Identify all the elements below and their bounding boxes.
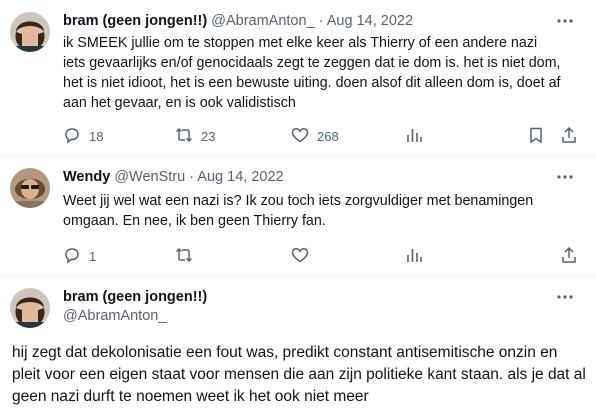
- more-icon[interactable]: [556, 12, 574, 30]
- views-button[interactable]: [405, 126, 423, 146]
- tweet-actions: 1: [63, 246, 583, 266]
- heart-icon: [291, 126, 309, 147]
- user-handle[interactable]: @WenStru: [114, 169, 185, 185]
- avatar[interactable]: [10, 288, 50, 328]
- reply-icon: [63, 246, 81, 267]
- heart-icon: [291, 246, 309, 267]
- separator: ·: [318, 13, 324, 29]
- tweet-header: bram (geen jongen!!) @AbramAnton_: [63, 288, 207, 326]
- display-name[interactable]: Wendy: [63, 169, 110, 185]
- more-icon[interactable]: [556, 288, 574, 306]
- views-button[interactable]: [405, 246, 423, 266]
- display-name[interactable]: bram (geen jongen!!): [63, 13, 207, 29]
- tweet-text: hij zegt dat dekolonisatie een fout was,…: [12, 344, 586, 405]
- tweet[interactable]: Wendy @WenStru · Aug 14, 2022 Weet jij w…: [0, 156, 596, 276]
- tweet-date[interactable]: Aug 14, 2022: [327, 13, 413, 29]
- like-button[interactable]: [291, 246, 309, 266]
- like-count: 268: [317, 128, 339, 144]
- display-name[interactable]: bram (geen jongen!!): [63, 288, 207, 307]
- reply-button[interactable]: 18: [63, 126, 103, 146]
- avatar[interactable]: [10, 168, 50, 208]
- reply-button[interactable]: 1: [63, 246, 96, 266]
- tweet[interactable]: bram (geen jongen!!) @AbramAnton_ · Aug …: [0, 0, 596, 156]
- reply-count: 18: [89, 128, 104, 144]
- retweet-icon: [175, 126, 193, 147]
- share-button[interactable]: [560, 246, 578, 266]
- user-handle[interactable]: @AbramAnton_: [63, 307, 207, 326]
- share-icon: [560, 126, 578, 147]
- bookmark-icon: [527, 126, 545, 147]
- reply-icon: [63, 126, 81, 147]
- retweet-button[interactable]: 23: [175, 126, 215, 146]
- views-icon: [405, 246, 423, 267]
- like-button[interactable]: 268: [291, 126, 339, 146]
- retweet-icon: [175, 246, 193, 267]
- retweet-button[interactable]: [175, 246, 193, 266]
- bookmark-button[interactable]: [527, 126, 545, 146]
- more-icon[interactable]: [556, 168, 574, 186]
- user-handle[interactable]: @AbramAnton_: [211, 13, 314, 29]
- tweet-header: Wendy @WenStru · Aug 14, 2022: [63, 168, 284, 186]
- tweet-header: bram (geen jongen!!) @AbramAnton_ · Aug …: [63, 12, 413, 30]
- views-icon: [405, 126, 423, 147]
- reply-count: 1: [89, 248, 97, 264]
- tweet-date[interactable]: Aug 14, 2022: [197, 169, 283, 185]
- avatar[interactable]: [10, 12, 50, 52]
- tweet-text: ik SMEEK jullie om te stoppen met elke k…: [63, 35, 561, 111]
- share-button[interactable]: [560, 126, 578, 146]
- share-icon: [560, 246, 578, 267]
- tweet-text: Weet jij wel wat een nazi is? Ik zou toc…: [63, 193, 534, 229]
- retweet-count: 23: [201, 128, 216, 144]
- tweet-actions: 18 23 268: [63, 126, 583, 146]
- separator: ·: [189, 169, 195, 185]
- focused-tweet[interactable]: bram (geen jongen!!) @AbramAnton_ hij ze…: [0, 276, 596, 415]
